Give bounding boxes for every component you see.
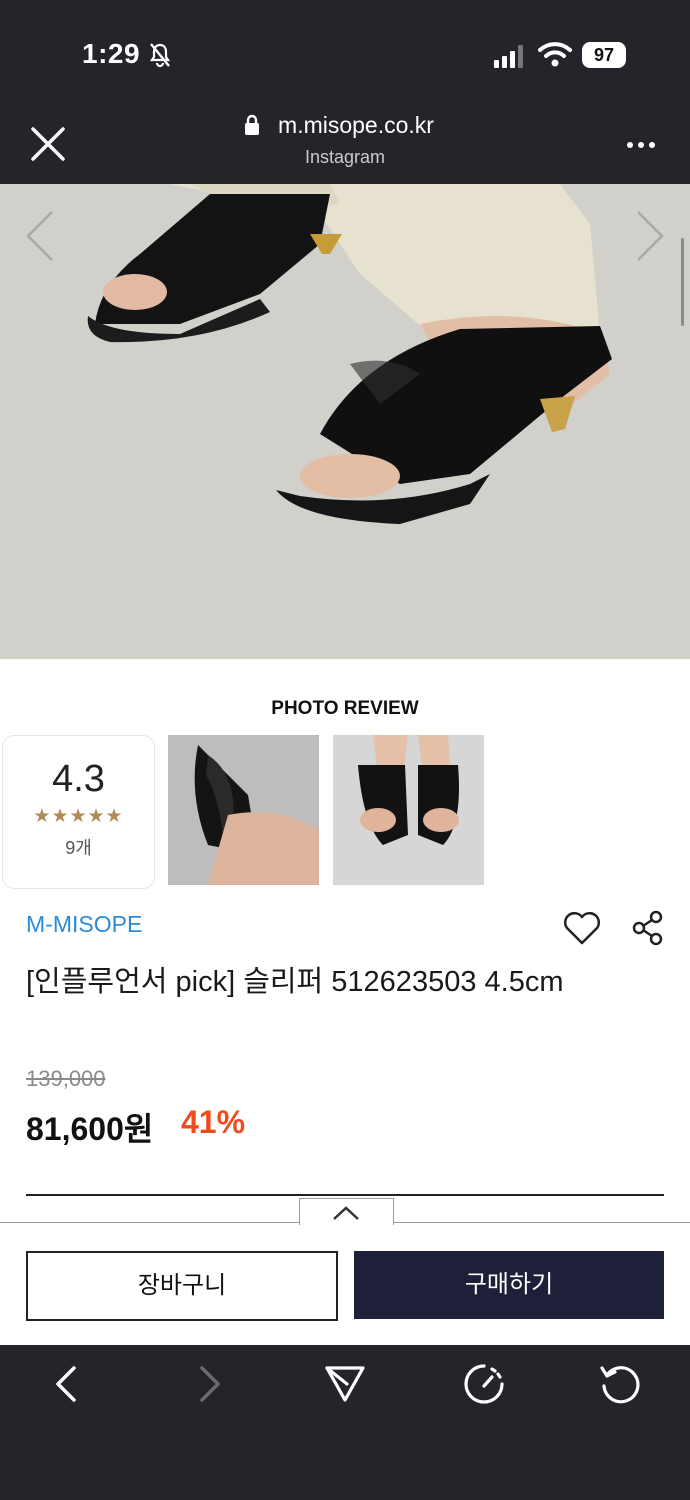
photo-review-title: PHOTO REVIEW — [271, 698, 419, 719]
scrollbar[interactable] — [681, 238, 684, 326]
battery-indicator: 97 — [582, 42, 626, 68]
review-thumbnail[interactable] — [333, 735, 484, 885]
add-to-cart-button[interactable]: 장바구니 — [26, 1251, 338, 1321]
sandal-photo — [0, 184, 690, 659]
star-rating: ★★★★★ — [33, 806, 124, 827]
address-bar[interactable]: m.misope.co.kr — [0, 112, 690, 139]
discount-rate: 41% — [181, 1104, 246, 1140]
divider — [26, 1194, 664, 1196]
share-icon[interactable] — [632, 910, 664, 946]
heart-icon[interactable] — [563, 910, 601, 946]
status-time: 1:29 — [82, 38, 141, 69]
cell-signal-icon — [494, 45, 523, 68]
silent-bell-icon — [149, 43, 171, 68]
expand-tab[interactable] — [299, 1198, 394, 1225]
sale-price: 81,600원 — [26, 1111, 154, 1147]
wifi-icon — [538, 42, 572, 67]
buy-now-button[interactable]: 구매하기 — [354, 1251, 664, 1319]
reload-icon[interactable] — [598, 1362, 642, 1406]
lock-icon — [245, 114, 259, 135]
review-photo — [168, 735, 319, 885]
original-price: 139,000 — [26, 1066, 106, 1091]
source-label: Instagram — [304, 147, 386, 167]
product-image[interactable] — [0, 184, 690, 659]
speed-dial-icon[interactable] — [462, 1362, 506, 1406]
more-options-icon[interactable] — [626, 141, 656, 149]
review-count: 9개 — [65, 838, 92, 858]
forward-icon[interactable] — [186, 1362, 230, 1406]
chevron-up-icon — [333, 1206, 359, 1220]
rating-summary[interactable]: 4.3 ★★★★★ 9개 — [2, 735, 155, 889]
rating-value: 4.3 — [52, 758, 105, 800]
product-title: [인플루언서 pick] 슬리퍼 512623503 4.5cm — [26, 966, 564, 998]
review-thumbnail[interactable] — [168, 735, 319, 885]
url-text: m.misope.co.kr — [278, 112, 434, 138]
brand-link[interactable]: M-MISOPE — [26, 911, 142, 938]
send-icon[interactable] — [323, 1362, 367, 1406]
back-icon[interactable] — [46, 1362, 90, 1406]
review-photo — [333, 735, 484, 885]
